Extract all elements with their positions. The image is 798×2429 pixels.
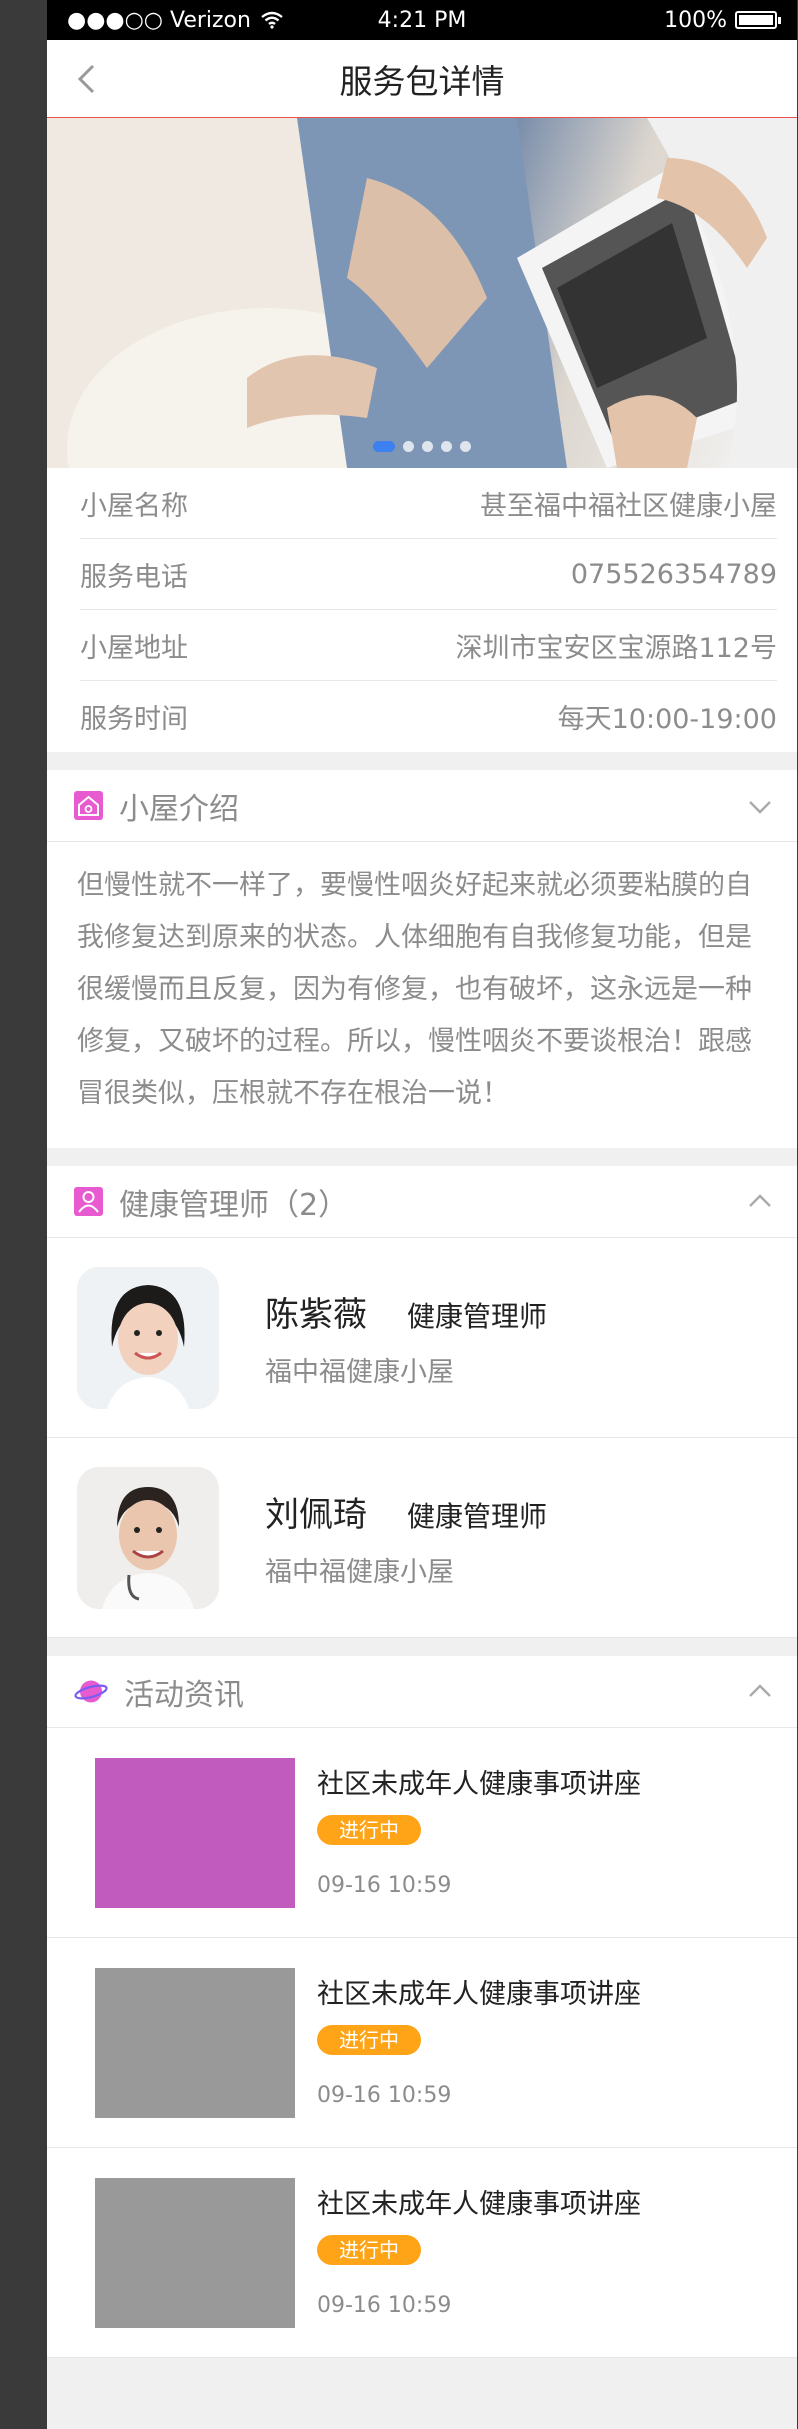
banner-image xyxy=(47,118,797,468)
manager-place: 福中福健康小屋 xyxy=(265,1356,454,1388)
battery-icon xyxy=(735,11,781,29)
info-row-address[interactable]: 小屋地址 深圳市宝安区宝源路112号 xyxy=(80,610,777,681)
info-row-phone[interactable]: 服务电话 075526354789 xyxy=(80,539,777,610)
info-label: 小屋地址 xyxy=(80,632,188,664)
manager-role: 健康管理师 xyxy=(407,1299,548,1333)
activity-card[interactable]: 社区未成年人健康事项讲座 进行中 09-16 10:59 xyxy=(47,2148,797,2358)
info-value: 甚至福中福社区健康小屋 xyxy=(480,490,777,522)
page-title: 服务包详情 xyxy=(339,61,505,101)
activity-thumbnail xyxy=(95,1968,295,2118)
section-header-managers[interactable]: 健康管理师（2） xyxy=(47,1166,797,1238)
manager-card[interactable]: 刘佩琦 健康管理师 福中福健康小屋 xyxy=(47,1438,797,1638)
activity-title: 社区未成年人健康事项讲座 xyxy=(317,2189,641,2220)
intro-text: 但慢性就不一样了，要慢性咽炎好起来就必须要粘膜的自我修复达到原来的状态。人体细胞… xyxy=(47,842,797,1148)
banner-carousel[interactable] xyxy=(47,118,797,468)
activity-date: 09-16 10:59 xyxy=(317,2083,452,2108)
carousel-dot[interactable] xyxy=(460,441,471,452)
activity-card[interactable]: 社区未成年人健康事项讲座 进行中 09-16 10:59 xyxy=(47,1728,797,1938)
manager-name: 陈紫薇 xyxy=(265,1294,367,1335)
person-icon xyxy=(74,1187,103,1216)
section-header-intro[interactable]: 小屋介绍 xyxy=(47,770,797,842)
phone-number-link[interactable]: 075526354789 xyxy=(571,559,777,590)
manager-card[interactable]: 陈紫薇 健康管理师 福中福健康小屋 xyxy=(47,1238,797,1438)
info-row-name: 小屋名称 甚至福中福社区健康小屋 xyxy=(80,468,777,539)
avatar xyxy=(77,1266,219,1409)
carousel-dot[interactable] xyxy=(403,441,414,452)
info-list: 小屋名称 甚至福中福社区健康小屋 服务电话 075526354789 小屋地址 … xyxy=(47,468,797,752)
section-header-activities[interactable]: 活动资讯 xyxy=(47,1656,797,1728)
activity-date: 09-16 10:59 xyxy=(317,2293,452,2318)
manager-place: 福中福健康小屋 xyxy=(265,1556,454,1588)
chevron-down-icon[interactable] xyxy=(747,793,773,819)
manager-role: 健康管理师 xyxy=(407,1499,548,1533)
activity-card[interactable]: 社区未成年人健康事项讲座 进行中 09-16 10:59 xyxy=(47,1938,797,2148)
nav-bar: 服务包详情 xyxy=(47,40,797,118)
activity-title: 社区未成年人健康事项讲座 xyxy=(317,1769,641,1800)
carousel-dot[interactable] xyxy=(422,441,433,452)
section-title: 活动资讯 xyxy=(124,1677,244,1713)
section-title: 健康管理师（2） xyxy=(119,1187,349,1223)
avatar xyxy=(77,1466,219,1609)
carousel-dot[interactable] xyxy=(441,441,452,452)
phone-screen: ●●●○○ Verizon 4:21 PM 100% 服务包详情 小屋名称 甚至… xyxy=(47,0,797,2429)
status-bar: ●●●○○ Verizon 4:21 PM 100% xyxy=(47,0,797,40)
info-value: 每天10:00-19:00 xyxy=(557,704,777,735)
status-badge: 进行中 xyxy=(317,2235,421,2265)
info-label: 服务电话 xyxy=(80,561,188,593)
chevron-up-icon[interactable] xyxy=(747,1189,773,1215)
house-icon xyxy=(74,791,103,820)
activity-thumbnail xyxy=(95,2178,295,2328)
info-label: 服务时间 xyxy=(80,704,188,735)
section-title: 小屋介绍 xyxy=(119,791,239,827)
info-label: 小屋名称 xyxy=(80,490,188,522)
activity-title: 社区未成年人健康事项讲座 xyxy=(317,1979,641,2010)
manager-name: 刘佩琦 xyxy=(265,1494,367,1535)
back-arrow-icon[interactable] xyxy=(71,62,105,96)
info-row-hours: 服务时间 每天10:00-19:00 xyxy=(80,681,777,752)
planet-icon xyxy=(74,1680,108,1703)
info-value: 深圳市宝安区宝源路112号 xyxy=(455,632,777,664)
status-badge: 进行中 xyxy=(317,2025,421,2055)
carousel-dots xyxy=(47,441,797,452)
status-time: 4:21 PM xyxy=(377,7,467,33)
status-badge: 进行中 xyxy=(317,1815,421,1845)
activity-thumbnail xyxy=(95,1758,295,1908)
carousel-dot-active[interactable] xyxy=(373,441,395,452)
activity-date: 09-16 10:59 xyxy=(317,1873,452,1898)
chevron-up-icon[interactable] xyxy=(747,1679,773,1705)
